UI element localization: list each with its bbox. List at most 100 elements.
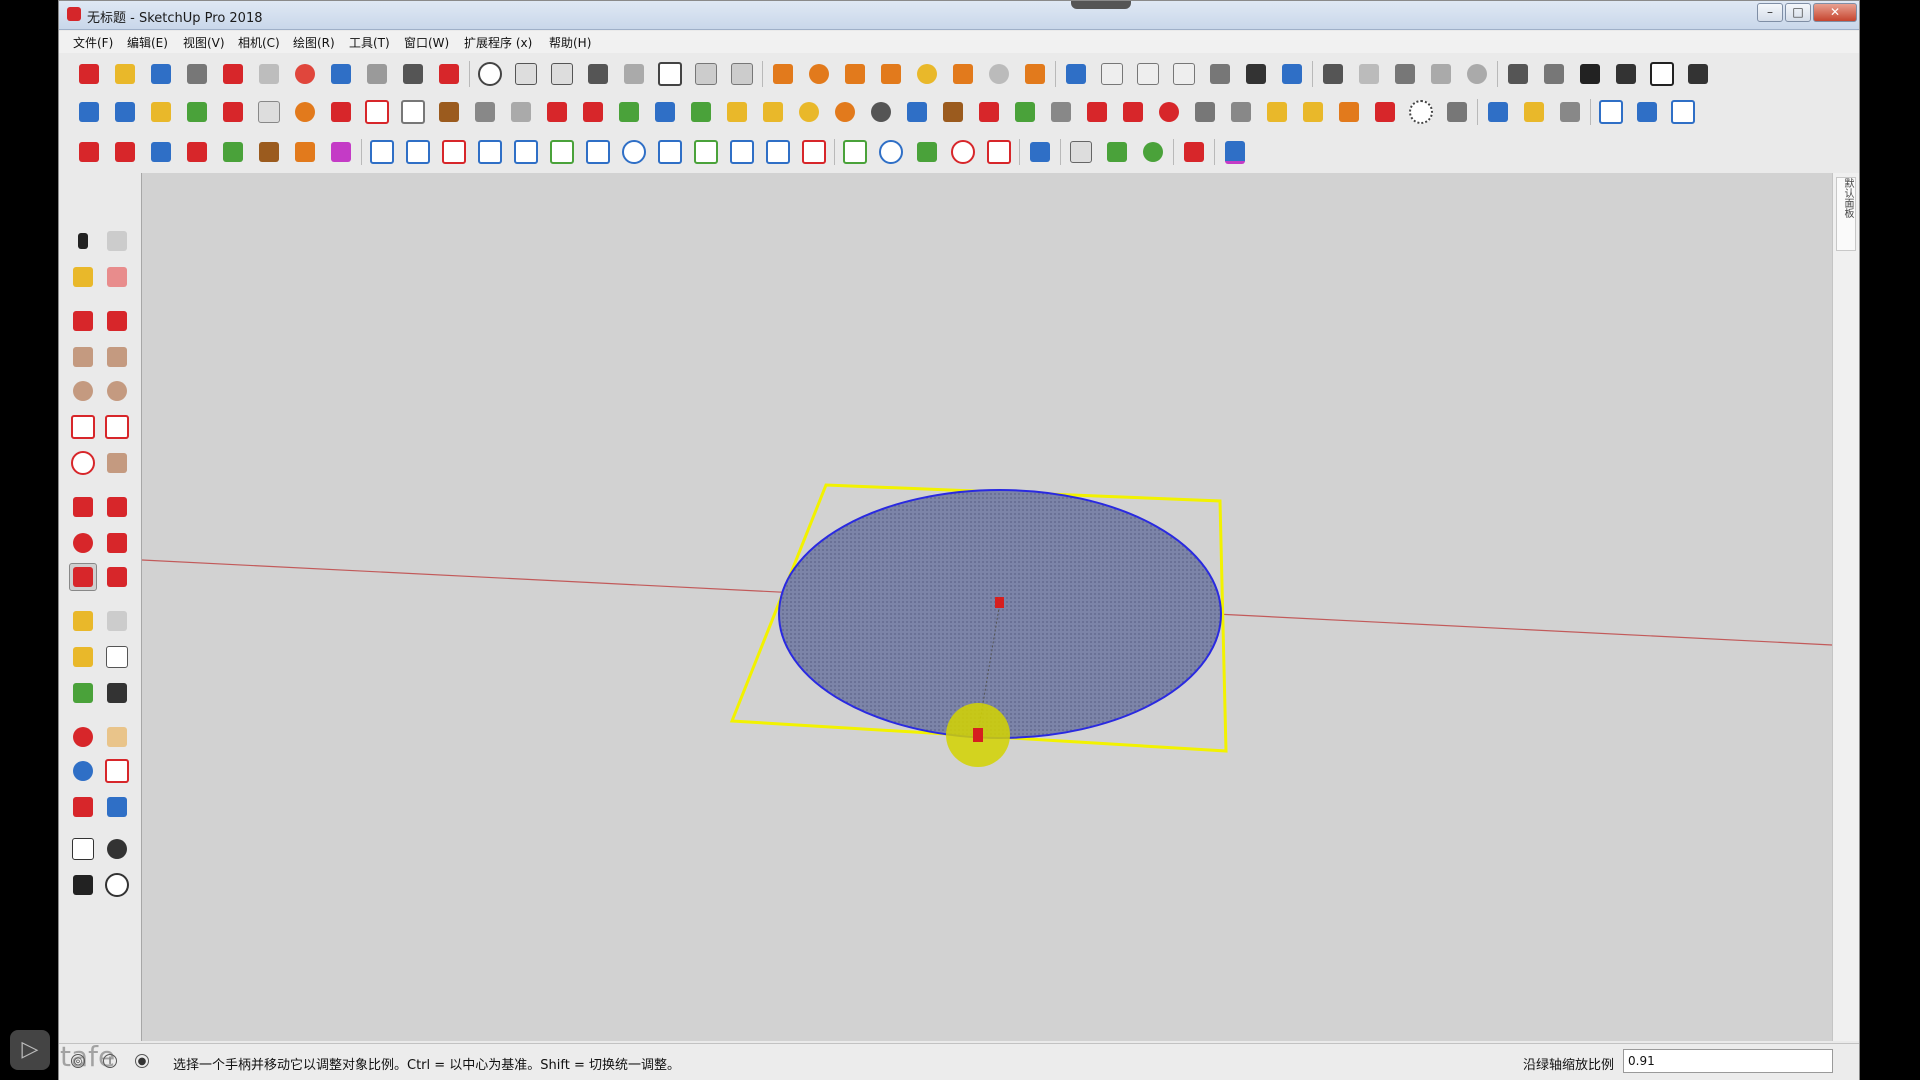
model-canvas[interactable]	[142, 173, 1832, 1041]
shapes-icon[interactable]	[1103, 138, 1131, 166]
circle-icon[interactable]	[69, 377, 97, 405]
section-plane-icon[interactable]	[584, 60, 612, 88]
menu-window[interactable]: 窗口(W)	[404, 34, 449, 51]
style-textured-icon[interactable]	[1206, 60, 1234, 88]
maximize-button[interactable]: □	[1785, 3, 1811, 22]
tape-measure-icon[interactable]	[69, 607, 97, 635]
circle-blue-icon[interactable]	[620, 138, 648, 166]
warehouse-icon[interactable]	[1319, 60, 1347, 88]
style-hidden-icon[interactable]	[1134, 60, 1162, 88]
flag-red-icon[interactable]	[1180, 138, 1208, 166]
spiral-icon[interactable]	[795, 98, 823, 126]
text-fx-icon[interactable]	[1484, 98, 1512, 126]
curve-icon[interactable]	[291, 98, 319, 126]
text-tool-icon[interactable]	[103, 643, 131, 671]
bucket-icon[interactable]	[939, 98, 967, 126]
grid-orange-icon[interactable]	[1263, 98, 1291, 126]
style-color-icon[interactable]	[1278, 60, 1306, 88]
sun-icon[interactable]	[913, 60, 941, 88]
wedge-red-icon[interactable]	[985, 138, 1013, 166]
menu-tools[interactable]: 工具(T)	[349, 34, 390, 51]
star-icon[interactable]	[903, 98, 931, 126]
style-mono-icon[interactable]	[1242, 60, 1270, 88]
eraser-icon[interactable]	[103, 263, 131, 291]
light-icon[interactable]	[1021, 60, 1049, 88]
arc-blue2-icon[interactable]	[764, 138, 792, 166]
front-view-icon[interactable]	[1576, 60, 1604, 88]
menu-extensions[interactable]: 扩展程序 (x)	[464, 34, 532, 51]
scatter-icon[interactable]	[1371, 98, 1399, 126]
zoom-window-icon[interactable]	[103, 757, 131, 785]
component-select-icon[interactable]	[103, 227, 131, 255]
square-red-icon[interactable]	[327, 98, 355, 126]
rectangle-icon[interactable]	[69, 343, 97, 371]
wood-icon[interactable]	[435, 98, 463, 126]
sphere-icon[interactable]	[985, 60, 1013, 88]
style-shaded-icon[interactable]	[1170, 60, 1198, 88]
protractor-icon[interactable]	[841, 60, 869, 88]
pan-icon[interactable]	[548, 60, 576, 88]
erase-icon[interactable]	[291, 60, 319, 88]
plus-red-icon[interactable]	[579, 98, 607, 126]
circle-solid-icon[interactable]	[805, 60, 833, 88]
print-icon[interactable]	[399, 60, 427, 88]
style-xray-icon[interactable]	[1062, 60, 1090, 88]
wand-icon[interactable]	[1520, 98, 1548, 126]
grid-orange2-icon[interactable]	[1299, 98, 1327, 126]
rotated-rectangle-icon[interactable]	[103, 343, 131, 371]
menu-file[interactable]: 文件(F)	[73, 34, 113, 51]
line-pencil-icon[interactable]	[69, 307, 97, 335]
close-button[interactable]: ✕	[1813, 3, 1857, 22]
dome-icon[interactable]	[949, 60, 977, 88]
iso-view-icon[interactable]	[1504, 60, 1532, 88]
pan-tool-icon[interactable]	[103, 723, 131, 751]
orbit-tool-icon[interactable]	[69, 723, 97, 751]
menu-camera[interactable]: 相机(C)	[238, 34, 280, 51]
offset-icon[interactable]	[103, 563, 131, 591]
hook-blue-icon[interactable]	[728, 138, 756, 166]
push-red2-icon[interactable]	[183, 138, 211, 166]
previous-view-icon[interactable]	[103, 793, 131, 821]
push-pull-multi-icon[interactable]	[75, 138, 103, 166]
left-view-icon[interactable]	[1684, 60, 1712, 88]
cone-green-icon[interactable]	[687, 98, 715, 126]
polyline-icon[interactable]	[476, 138, 504, 166]
3d-text-icon[interactable]	[103, 679, 131, 707]
selected-ellipse-face[interactable]	[778, 489, 1222, 739]
shield-blue-icon[interactable]	[1633, 98, 1661, 126]
scale-icon[interactable]	[69, 563, 97, 591]
section-display-icon[interactable]	[620, 60, 648, 88]
default-tray-tab[interactable]: 默认面板	[1836, 177, 1856, 251]
solid-icon[interactable]	[75, 98, 103, 126]
circle-red-icon[interactable]	[949, 138, 977, 166]
plane-yellow-icon[interactable]	[147, 98, 175, 126]
protractor-tool-icon[interactable]	[69, 643, 97, 671]
zoom-icon[interactable]	[69, 757, 97, 785]
export-icon[interactable]	[1047, 98, 1075, 126]
select-arrow-icon[interactable]	[69, 227, 97, 255]
menu-help[interactable]: 帮助(H)	[549, 34, 591, 51]
dimension-icon[interactable]	[103, 607, 131, 635]
three-point-arc-icon[interactable]	[69, 449, 97, 477]
cubes-icon[interactable]	[1119, 98, 1147, 126]
active-scale-handle[interactable]	[973, 728, 983, 742]
paste-icon[interactable]	[255, 60, 283, 88]
user-icon[interactable]: ●	[135, 1054, 149, 1068]
rect-blue-icon[interactable]	[584, 138, 612, 166]
section-tool-icon[interactable]	[103, 871, 131, 899]
pyramid-icon[interactable]	[759, 98, 787, 126]
box-blue-icon[interactable]	[1026, 138, 1054, 166]
drawing-viewport[interactable]	[141, 173, 1832, 1041]
wrench-green-icon[interactable]	[913, 138, 941, 166]
paint-bucket-icon[interactable]	[69, 263, 97, 291]
leaf-icon[interactable]	[1139, 138, 1167, 166]
array-icon[interactable]	[1443, 98, 1471, 126]
zoom-extents-icon[interactable]	[69, 793, 97, 821]
pie-icon[interactable]	[103, 449, 131, 477]
center-scale-handle[interactable]	[995, 597, 1004, 608]
polygon-icon[interactable]	[103, 377, 131, 405]
push-magenta-icon[interactable]	[327, 138, 355, 166]
model-info-icon[interactable]	[435, 60, 463, 88]
push-blue-icon[interactable]	[147, 138, 175, 166]
bezier-icon[interactable]	[368, 138, 396, 166]
